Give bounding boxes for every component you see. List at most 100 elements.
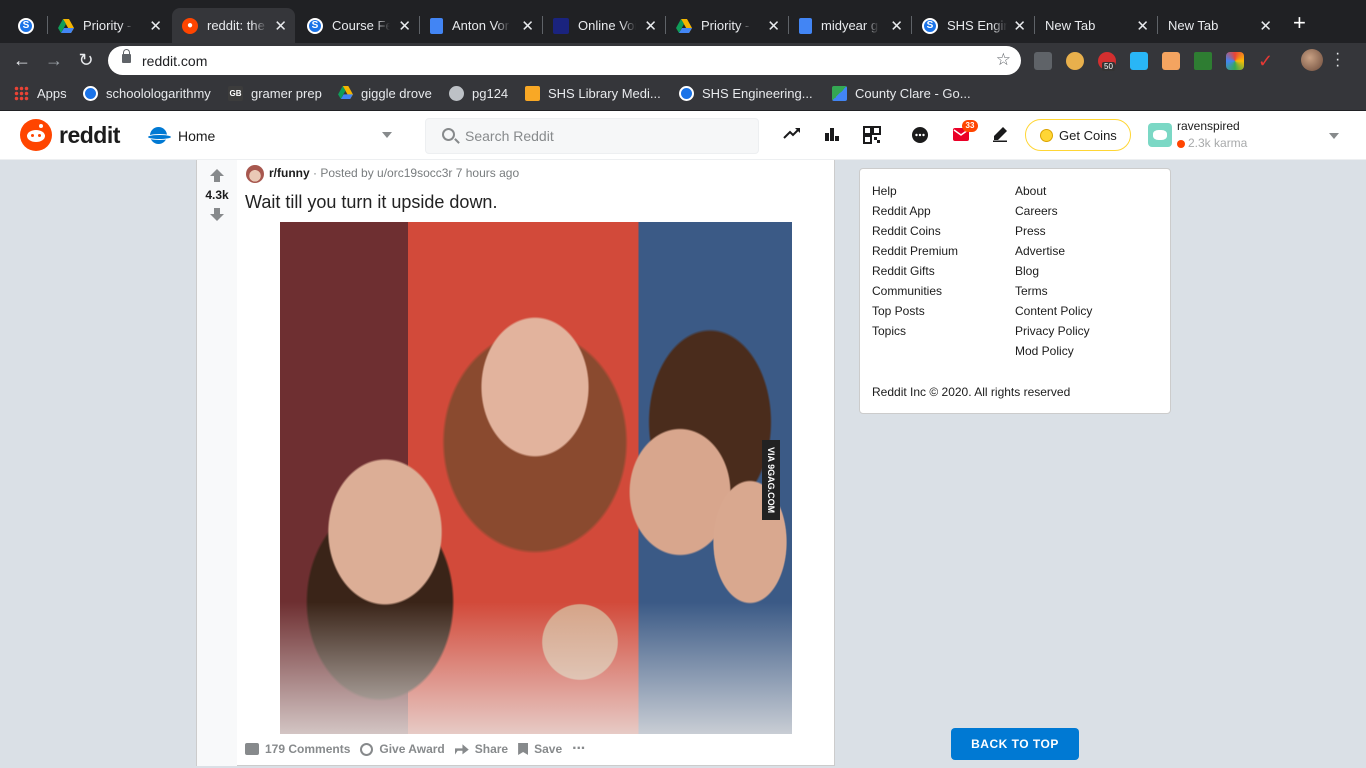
footer-link-top-posts[interactable]: Top Posts [872, 303, 958, 323]
box-extension-icon[interactable] [1162, 52, 1180, 70]
red-check-extension-icon[interactable]: ✓ [1258, 52, 1276, 70]
feed-selector-label[interactable]: Home [178, 128, 215, 144]
popular-trending-icon[interactable] [782, 126, 802, 146]
tab-extension-icon[interactable] [1130, 52, 1148, 70]
share-button[interactable]: Share [454, 742, 508, 756]
reload-icon[interactable]: ↻ [75, 50, 97, 71]
bookmark-pg124[interactable]: pg124 [449, 86, 508, 101]
bookmark-star-icon[interactable]: ☆ [996, 50, 1011, 70]
give-award-button[interactable]: Give Award [360, 742, 445, 756]
reddit-wordmark[interactable]: reddit [59, 122, 120, 149]
search-input[interactable] [465, 126, 745, 146]
footer-link-blog[interactable]: Blog [1015, 263, 1092, 283]
tab-9[interactable]: New Tab ✕ [1035, 8, 1157, 43]
bookmark-shs-engineering[interactable]: SHS Engineering... [679, 86, 813, 101]
footer-link-help[interactable]: Help [872, 183, 958, 203]
username[interactable]: ravenspired [1177, 119, 1240, 133]
footer-link-terms[interactable]: Terms [1015, 283, 1092, 303]
post-card[interactable]: 4.3k r/funny · Posted by u/orc19socc3r 7… [196, 160, 835, 766]
bookmark-apps[interactable]: Apps [14, 86, 67, 101]
bookmark-gramer[interactable]: GB gramer prep [228, 86, 322, 101]
crx-extension-icon[interactable] [1034, 52, 1052, 70]
close-tab-icon[interactable]: ✕ [890, 17, 903, 35]
footer-link-advertise[interactable]: Advertise [1015, 243, 1092, 263]
close-tab-icon[interactable]: ✕ [644, 17, 657, 35]
chrome-menu-icon[interactable]: · · · [1335, 46, 1340, 74]
back-to-top-button[interactable]: BACK TO TOP [951, 728, 1079, 760]
close-tab-icon[interactable]: ✕ [521, 17, 534, 35]
tab-title: Priority - Google Drive [83, 18, 133, 33]
bookmark-county-clare[interactable]: County Clare - Go... [832, 86, 971, 101]
post-image[interactable]: VIA 9GAG.COM [280, 222, 792, 734]
get-coins-label: Get Coins [1059, 127, 1117, 143]
tab-title: reddit: the front page [207, 18, 267, 33]
comment-icon [245, 743, 259, 755]
footer-link-mod-policy[interactable]: Mod Policy [1015, 343, 1092, 363]
back-arrow-icon[interactable]: ← [11, 50, 33, 71]
close-tab-icon[interactable]: ✕ [1013, 17, 1026, 35]
footer-link-content-policy[interactable]: Content Policy [1015, 303, 1092, 323]
tab-6[interactable]: Priority - Google Drive ✕ [666, 8, 788, 43]
close-tab-icon[interactable]: ✕ [274, 17, 287, 35]
tab-8[interactable]: S SHS Engineering ✕ [912, 8, 1034, 43]
footer-link-reddit-app[interactable]: Reddit App [872, 203, 958, 223]
abp-extension-icon[interactable]: 50 [1098, 52, 1116, 71]
footer-link-communities[interactable]: Communities [872, 283, 958, 303]
chat-icon[interactable] [910, 126, 930, 146]
save-button[interactable]: Save [518, 742, 562, 756]
footer-link-about[interactable]: About [1015, 183, 1092, 203]
close-tab-icon[interactable]: ✕ [1259, 17, 1272, 35]
voice-icon [553, 17, 569, 34]
tab-2[interactable]: ● reddit: the front page ✕ [172, 8, 295, 43]
coins-community-icon[interactable] [862, 126, 882, 146]
bookmark-schoolo[interactable]: schoolologarithmy [83, 86, 211, 101]
reddit-logo-icon[interactable] [20, 119, 52, 151]
leaderboard-icon[interactable] [822, 126, 842, 146]
get-coins-button[interactable]: Get Coins [1025, 119, 1131, 151]
comments-button[interactable]: 179 Comments [245, 742, 350, 756]
downvote-arrow-icon[interactable] [210, 208, 224, 221]
profile-avatar[interactable] [1301, 49, 1323, 71]
tab-5[interactable]: Online Voice ✕ [543, 8, 665, 43]
karma-value: 2.3k karma [1188, 136, 1248, 150]
color-extension-icon[interactable] [1226, 52, 1244, 70]
forward-arrow-icon[interactable]: → [43, 50, 65, 71]
footer-link-privacy-policy[interactable]: Privacy Policy [1015, 323, 1092, 343]
subreddit-link[interactable]: r/funny [269, 166, 310, 180]
tab-1[interactable]: Priority - Google Drive ✕ [48, 8, 170, 43]
more-options-icon[interactable]: ··· [572, 740, 586, 758]
close-tab-icon[interactable]: ✕ [767, 17, 780, 35]
user-menu-caret-icon[interactable] [1329, 133, 1339, 139]
search-box[interactable] [425, 118, 759, 154]
post-score: 4.3k [205, 188, 229, 202]
close-tab-icon[interactable]: ✕ [1136, 17, 1149, 35]
footer-link-reddit-coins[interactable]: Reddit Coins [872, 223, 958, 243]
address-bar[interactable]: reddit.com ☆ [108, 46, 1021, 75]
tab-10[interactable]: New Tab ✕ [1158, 8, 1280, 43]
footer-link-reddit-gifts[interactable]: Reddit Gifts [872, 263, 958, 283]
upvote-arrow-icon[interactable] [210, 169, 224, 182]
footer-link-press[interactable]: Press [1015, 223, 1092, 243]
coin-icon [1040, 128, 1053, 142]
footer-link-careers[interactable]: Careers [1015, 203, 1092, 223]
bookmark-shs-library[interactable]: SHS Library Medi... [525, 86, 661, 101]
post-title[interactable]: Wait till you turn it upside down. [245, 192, 497, 213]
close-tab-icon[interactable]: ✕ [149, 17, 162, 35]
bookmark-giggle[interactable]: giggle drove [338, 86, 432, 101]
owl-extension-icon[interactable] [1066, 52, 1084, 70]
schoology-icon: S [18, 17, 34, 34]
subreddit-icon[interactable] [246, 165, 264, 183]
tab-7[interactable]: midyear goals ✕ [789, 8, 911, 43]
copyright-text: Reddit Inc © 2020. All rights reserved [872, 385, 1071, 399]
user-avatar[interactable] [1148, 123, 1172, 147]
tab-0[interactable]: S [10, 8, 46, 43]
create-post-pencil-icon[interactable] [990, 126, 1010, 146]
new-tab-plus-icon[interactable]: + [1293, 12, 1306, 34]
feed-dropdown-caret-icon[interactable] [382, 132, 392, 138]
tab-3[interactable]: S Course Feed ✕ [297, 8, 419, 43]
green-extension-icon[interactable] [1194, 52, 1212, 70]
close-tab-icon[interactable]: ✕ [398, 17, 411, 35]
tab-4[interactable]: Anton Vorn ✕ [420, 8, 542, 43]
footer-link-topics[interactable]: Topics [872, 323, 958, 343]
footer-link-reddit-premium[interactable]: Reddit Premium [872, 243, 958, 263]
